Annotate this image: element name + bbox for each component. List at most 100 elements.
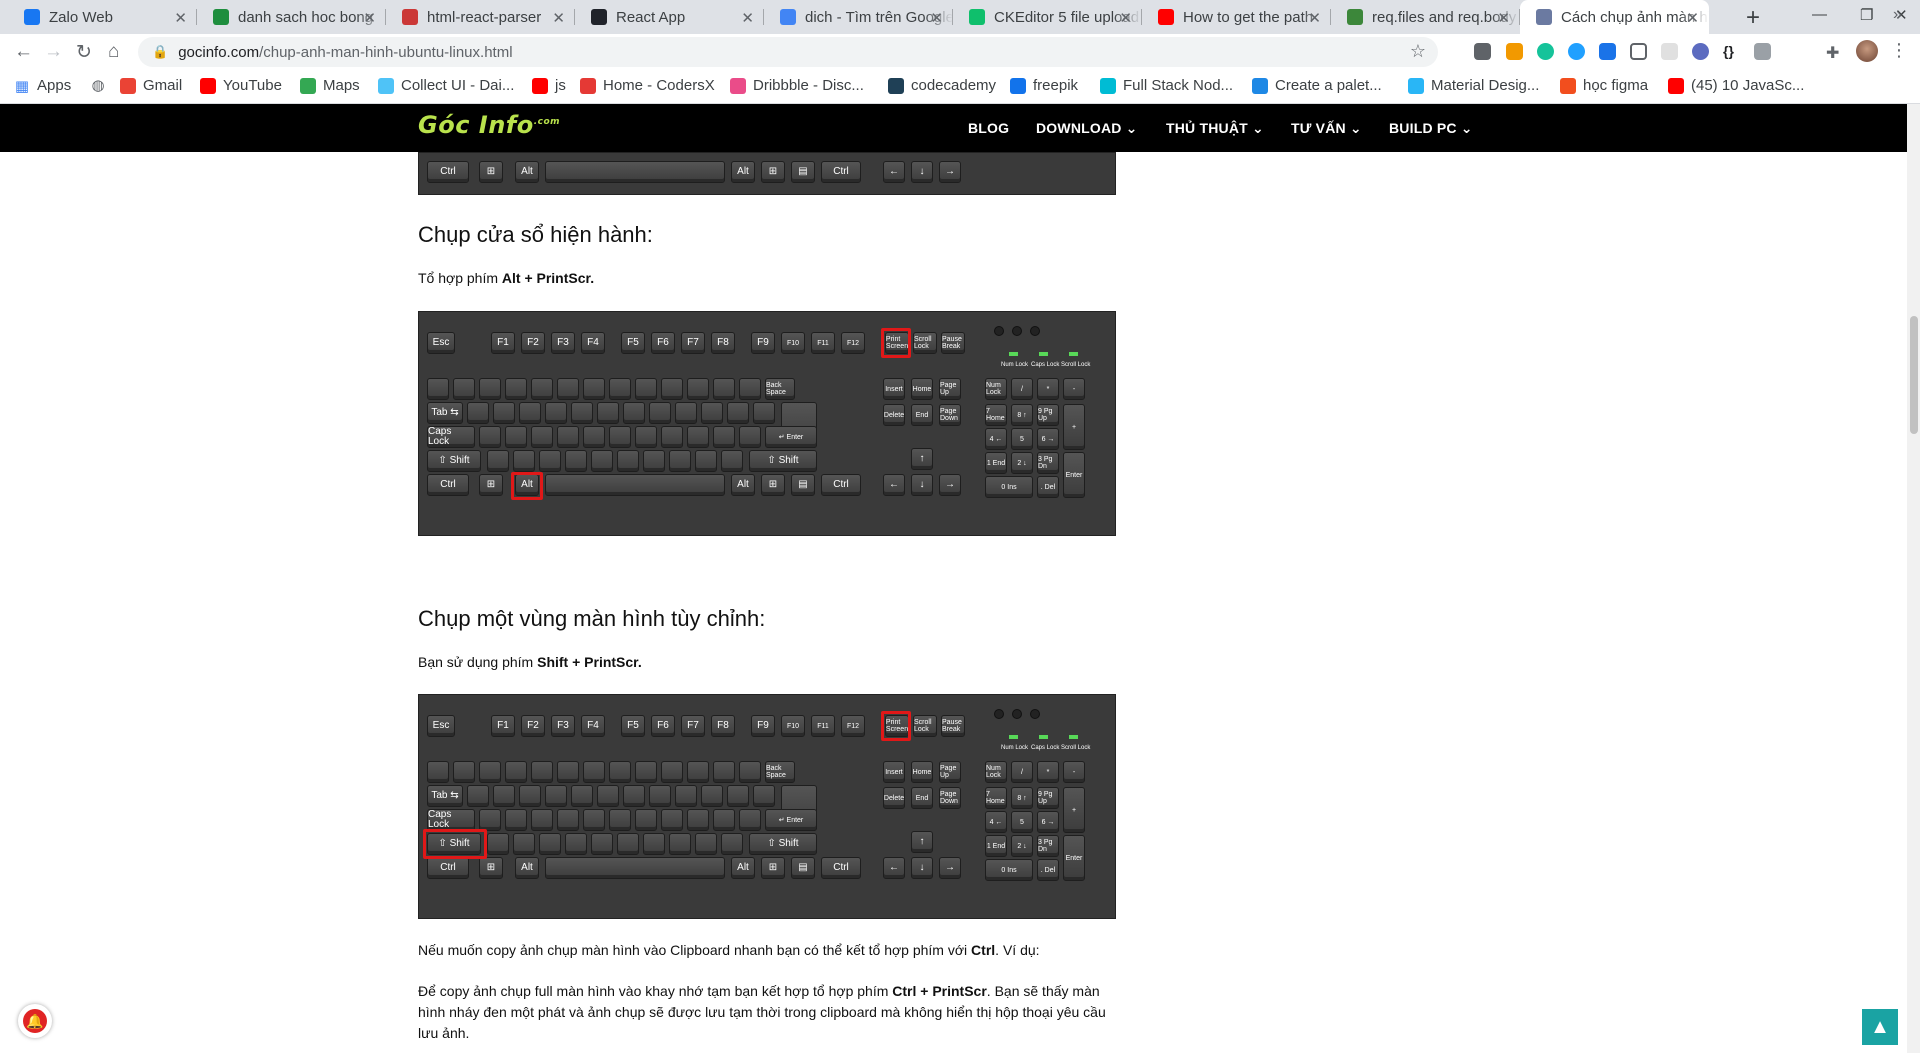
browser-tab[interactable]: Cách chụp ảnh màn hình✕ <box>1520 0 1709 34</box>
key-letter <box>513 833 535 855</box>
nav-download[interactable]: DOWNLOAD ⌄ <box>1036 120 1138 137</box>
key-letter <box>695 833 717 855</box>
extension-icon[interactable] <box>1661 43 1678 60</box>
numpad-key: 7 Home <box>985 404 1007 426</box>
key-arrow-left: ← <box>883 161 905 183</box>
back-icon[interactable]: ← <box>14 41 33 63</box>
bookmark-item[interactable]: Collect UI - Dai... <box>378 77 514 94</box>
browser-tab[interactable]: React App ✕ <box>575 0 764 34</box>
extension-icon[interactable] <box>1506 43 1523 60</box>
nav-tu-van[interactable]: TƯ VẤN ⌄ <box>1291 120 1362 137</box>
bookmark-item[interactable]: Home - CodersX <box>580 77 715 94</box>
json-extension-icon[interactable]: {} <box>1723 43 1740 60</box>
browser-tab[interactable]: danh sach hoc bong ✕ <box>197 0 386 34</box>
key-arrow-up: ↑ <box>911 448 933 470</box>
key-f4: F4 <box>581 715 605 737</box>
key-f6: F6 <box>651 715 675 737</box>
bookmark-item[interactable]: Maps <box>300 77 360 94</box>
bookmark-item[interactable]: js <box>532 77 566 94</box>
close-tab-icon[interactable]: ✕ <box>1497 9 1510 27</box>
key-menu: ▤ <box>791 161 815 183</box>
notification-bell-button[interactable]: 🔔 <box>18 1004 52 1038</box>
browser-tab[interactable]: CKEditor 5 file upload ✕ <box>953 0 1142 34</box>
site-header: Góc Info.com BLOG DOWNLOAD ⌄ THỦ THUẬT ⌄… <box>0 104 1907 152</box>
key-letter <box>505 426 527 448</box>
browser-tab[interactable]: html-react-parser ✕ <box>386 0 575 34</box>
close-tab-icon[interactable]: ✕ <box>930 9 943 27</box>
close-tab-icon[interactable]: ✕ <box>741 9 754 27</box>
browser-tab[interactable]: How to get the path ✕ <box>1142 0 1331 34</box>
browser-tab[interactable]: Zalo Web ✕ <box>8 0 197 34</box>
status-led <box>1069 352 1078 356</box>
bookmark-item[interactable]: freepik <box>1010 77 1078 94</box>
bookmarks-overflow-icon[interactable]: » <box>1893 6 1902 24</box>
close-tab-icon[interactable]: ✕ <box>1308 9 1321 27</box>
bookmark-item[interactable]: Gmail <box>120 77 182 94</box>
close-tab-icon[interactable]: ✕ <box>1686 9 1699 27</box>
grammarly-extension-icon[interactable] <box>1537 43 1554 60</box>
key-alt: Alt <box>731 161 755 183</box>
bookmark-item[interactable]: YouTube <box>200 77 282 94</box>
key-letter <box>479 426 501 448</box>
extension-icon[interactable] <box>1599 43 1616 60</box>
profile-avatar[interactable] <box>1856 40 1878 62</box>
puzzle-extensions-icon[interactable]: ✚ <box>1826 43 1843 62</box>
youtube-icon <box>1668 77 1684 94</box>
nav-blog[interactable]: BLOG <box>968 120 1009 136</box>
key-space <box>545 161 725 183</box>
close-tab-icon[interactable]: ✕ <box>174 9 187 27</box>
extension-icon[interactable] <box>1692 43 1709 60</box>
bookmark-item[interactable]: (45) 10 JavaSc... <box>1668 77 1804 94</box>
bookmark-item[interactable]: Material Desig... <box>1408 77 1539 94</box>
nav-build-pc[interactable]: BUILD PC ⌄ <box>1389 120 1473 137</box>
paragraph-window-shortcut: Tổ hợp phím Alt + PrintScr. <box>418 268 1118 289</box>
numpad-key: 4 ← <box>985 428 1007 450</box>
browser-tab[interactable]: dich - Tìm trên Google ✕ <box>764 0 953 34</box>
bookmark-star-icon[interactable]: ☆ <box>1410 41 1426 62</box>
bookmark-label: YouTube <box>223 77 282 94</box>
key-backspace: Back Space <box>765 378 795 400</box>
extension-icon[interactable] <box>1754 43 1771 60</box>
forward-icon[interactable]: → <box>44 41 63 63</box>
extension-icon[interactable] <box>1568 43 1585 60</box>
bookmark-item[interactable]: học figma <box>1560 77 1648 94</box>
reload-icon[interactable]: ↻ <box>76 41 92 64</box>
key-letter <box>609 809 631 831</box>
bookmark-item[interactable]: Dribbble - Disc... <box>730 77 864 94</box>
browser-tab-strip: Zalo Web ✕ danh sach hoc bong ✕ html-react-p… <box>0 0 1920 34</box>
new-tab-button[interactable]: + <box>1746 4 1760 32</box>
page-scrollbar[interactable] <box>1907 104 1920 1053</box>
key-letter <box>753 402 775 424</box>
bookmark-item[interactable]: codecademy <box>888 77 996 94</box>
key-end: End <box>911 404 933 426</box>
browser-menu-icon[interactable]: ⋮ <box>1890 40 1908 61</box>
numpad-key: Enter <box>1063 835 1085 881</box>
extension-icon[interactable] <box>1630 43 1647 60</box>
minimize-icon[interactable]: — <box>1812 6 1827 23</box>
scrollbar-thumb[interactable] <box>1910 316 1918 434</box>
browser-tab[interactable]: req.files and req.body ✕ <box>1331 0 1520 34</box>
bookmark-label: Home - CodersX <box>603 77 715 94</box>
url-host: gocinfo.com <box>178 43 260 61</box>
heading-area-capture: Chụp một vùng màn hình tùy chỉnh: <box>418 606 766 631</box>
bookmark-label: codecademy <box>911 77 997 94</box>
close-tab-icon[interactable]: ✕ <box>552 9 565 27</box>
key-ctrl: Ctrl <box>821 161 861 183</box>
key-ctrl: Ctrl <box>427 857 469 879</box>
home-icon[interactable]: ⌂ <box>108 41 119 63</box>
bookmark-item[interactable]: Create a palet... <box>1252 77 1382 94</box>
address-bar[interactable]: 🔒 gocinfo.com/chup-anh-man-hinh-ubuntu-l… <box>138 37 1438 67</box>
back-to-top-button[interactable]: ▲ <box>1862 1009 1898 1045</box>
highlight-box <box>423 829 487 859</box>
close-tab-icon[interactable]: ✕ <box>363 9 376 27</box>
palette-icon <box>1252 77 1268 94</box>
close-tab-icon[interactable]: ✕ <box>1119 9 1132 27</box>
bookmark-item[interactable]: ◍ <box>90 77 113 94</box>
site-logo[interactable]: Góc Info.com <box>418 111 560 139</box>
restore-icon[interactable]: ❐ <box>1860 6 1873 24</box>
bookmark-item[interactable]: ▦ Apps <box>14 77 71 95</box>
bookmark-item[interactable]: Full Stack Nod... <box>1100 77 1233 94</box>
eyedropper-extension-icon[interactable] <box>1474 43 1491 60</box>
key-f1: F1 <box>491 715 515 737</box>
nav-thu-thuat[interactable]: THỦ THUẬT ⌄ <box>1166 120 1264 137</box>
